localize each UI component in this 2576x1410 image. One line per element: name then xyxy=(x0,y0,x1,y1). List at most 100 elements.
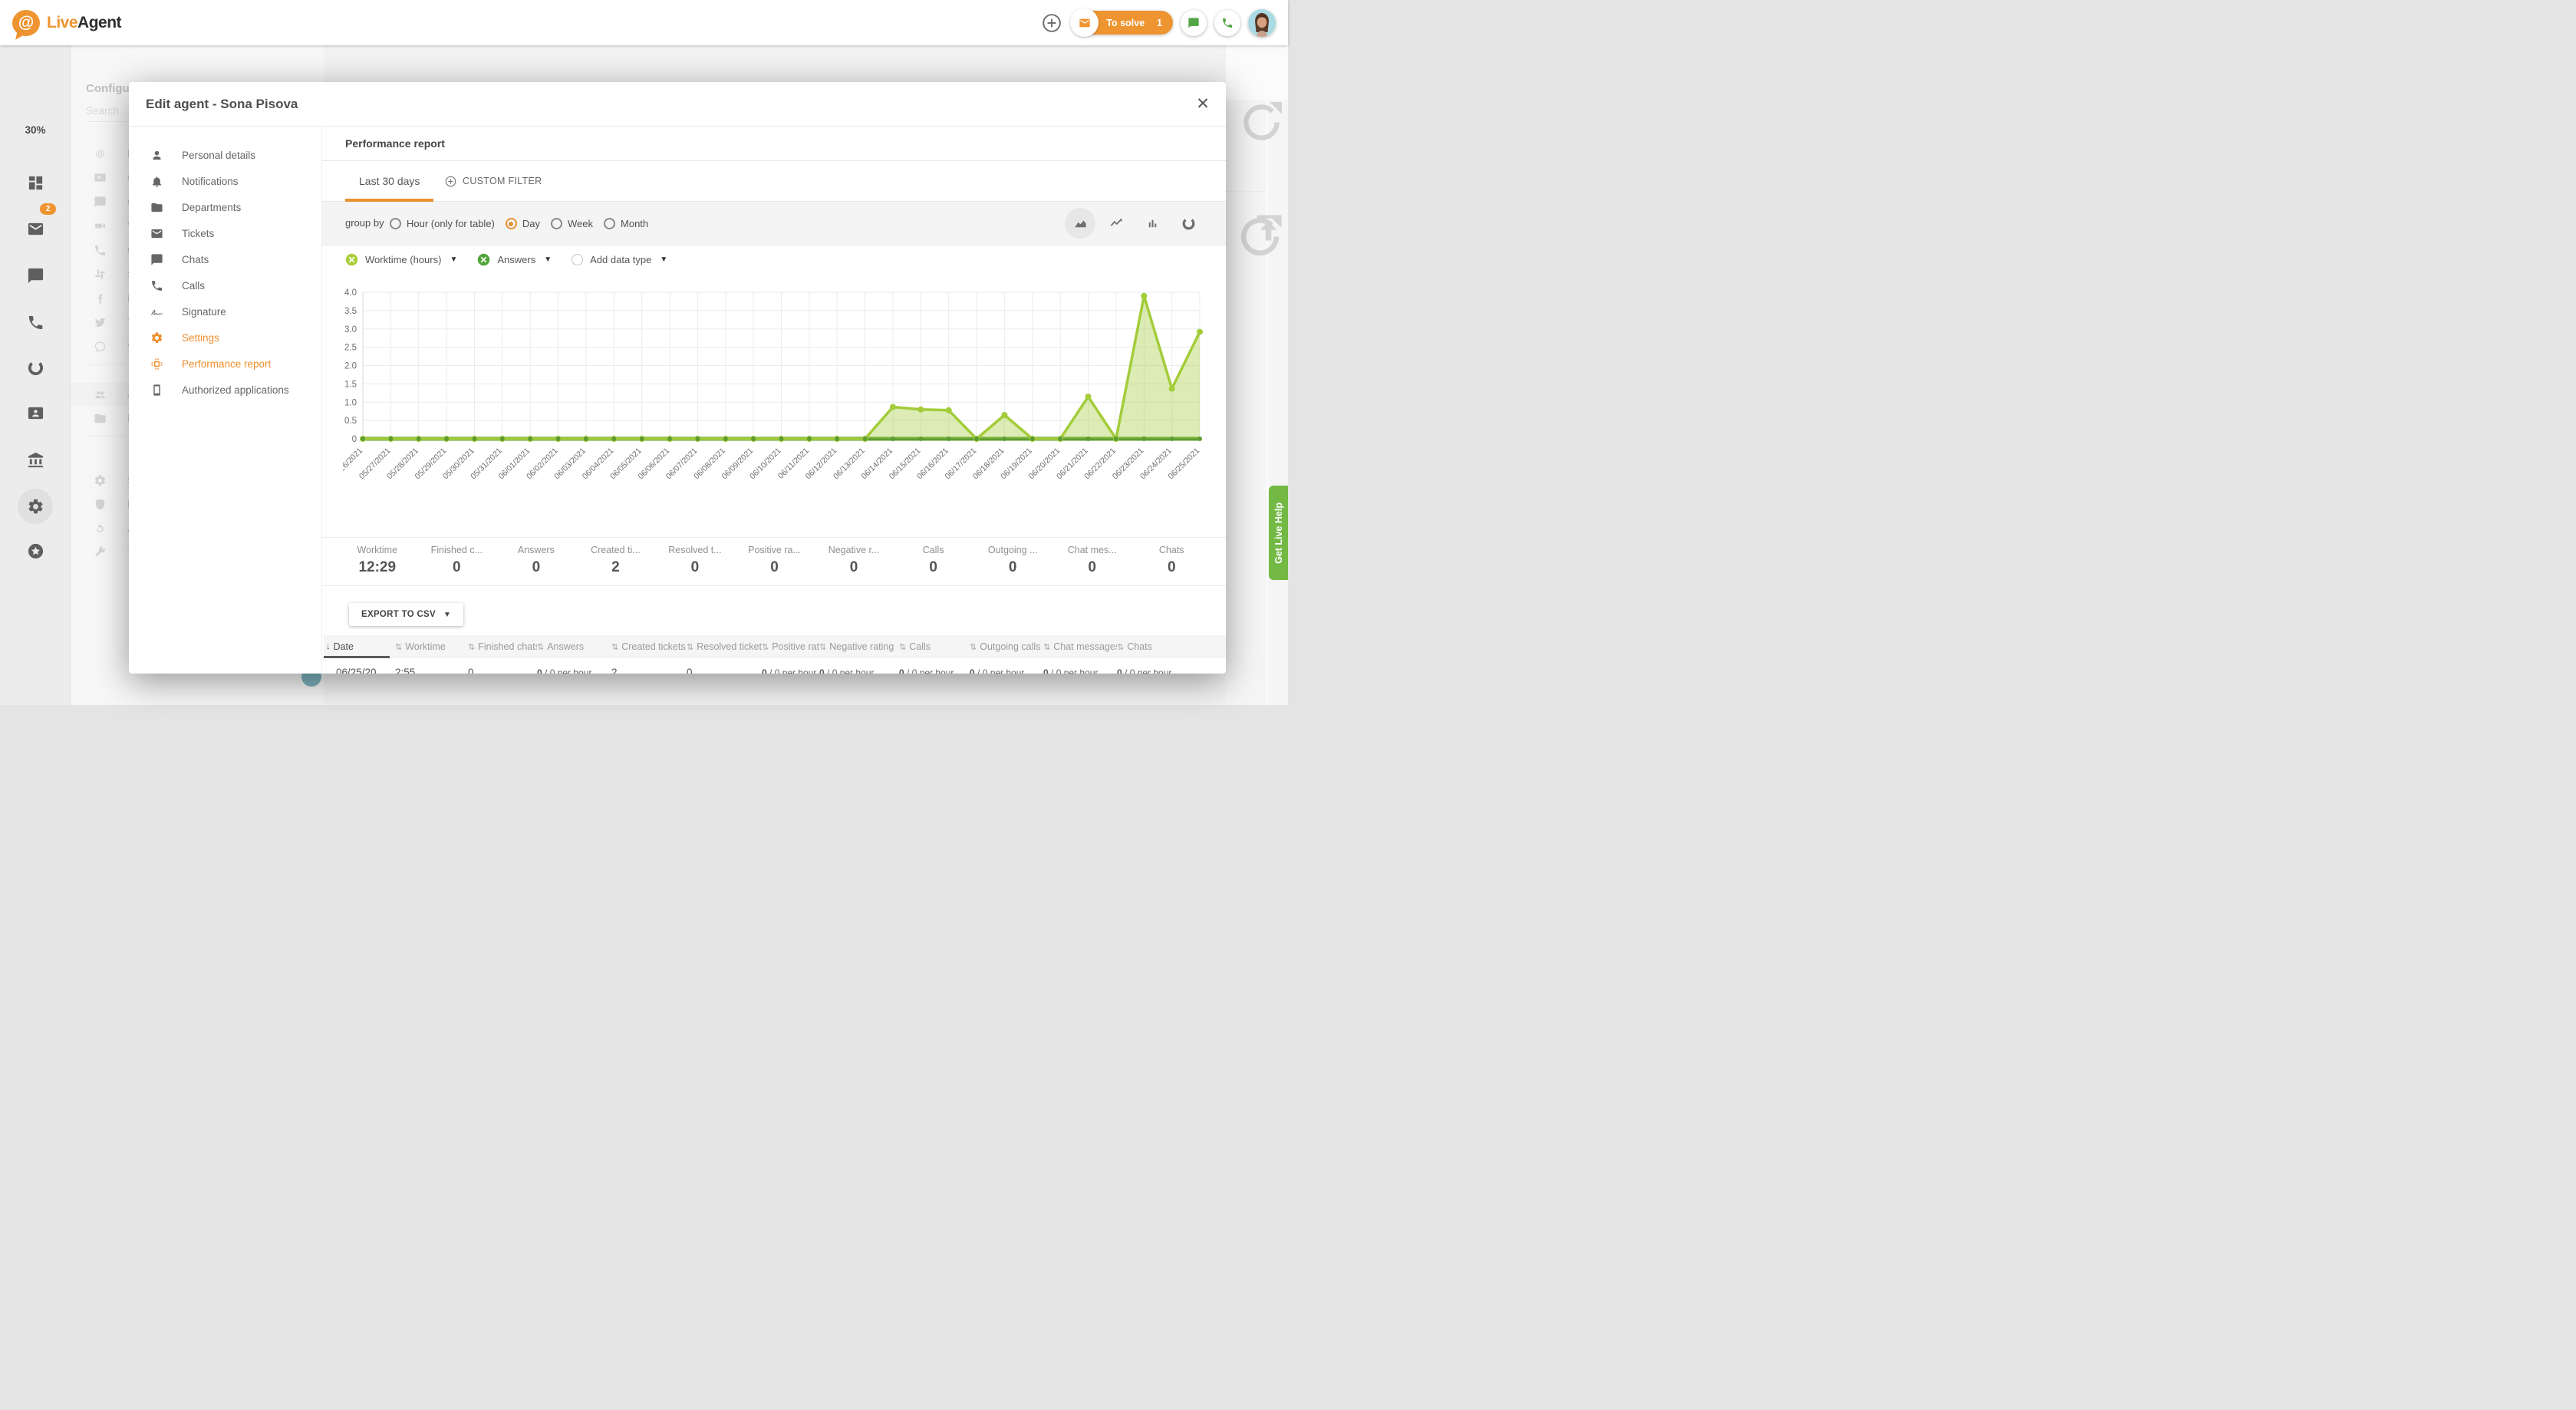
sort-icon[interactable]: ⇅ xyxy=(468,642,475,652)
column-header-worktime[interactable]: ⇅Worktime xyxy=(395,635,468,658)
tab-custom-filter[interactable]: CUSTOM FILTER xyxy=(445,160,542,202)
sort-icon[interactable]: ⇅ xyxy=(687,642,693,652)
sort-icon[interactable]: ⇅ xyxy=(819,642,826,652)
chat-icon xyxy=(1188,17,1200,29)
column-header-resolved-tickets[interactable]: ⇅Resolved tickets xyxy=(687,635,762,658)
radio-hour-only-for-table-[interactable]: Hour (only for table) xyxy=(390,218,495,229)
menu-item-personal-details[interactable]: Personal details xyxy=(129,142,321,168)
menu-item-notifications[interactable]: Notifications xyxy=(129,168,321,194)
sidebar-item-chat[interactable] xyxy=(0,257,71,294)
menu-item-label: Authorized applications xyxy=(182,384,289,396)
edit-agent-modal: Edit agent - Sona Pisova ✕ Personal deta… xyxy=(129,82,1226,674)
chart-type-area-chart[interactable] xyxy=(1065,208,1095,239)
column-header-chat-messages[interactable]: ⇅Chat messages xyxy=(1043,635,1117,658)
column-header-finished-chats[interactable]: ⇅Finished chats xyxy=(468,635,537,658)
menu-item-signature[interactable]: Signature xyxy=(129,298,321,324)
sidebar-item-envelope[interactable]: 2 xyxy=(0,210,71,247)
column-header-negative-rating[interactable]: ⇅Negative rating xyxy=(819,635,899,658)
sort-icon[interactable]: ⇅ xyxy=(899,642,906,652)
column-header-calls[interactable]: ⇅Calls xyxy=(899,635,970,658)
close-icon[interactable]: ✕ xyxy=(1194,95,1212,114)
chart-type-donut[interactable] xyxy=(1173,208,1204,239)
stat-chats: Chats0 xyxy=(1132,538,1211,585)
radio-button-icon[interactable] xyxy=(506,218,517,229)
sort-icon[interactable]: ⇅ xyxy=(970,642,977,652)
stat-outgoing-: Outgoing ...0 xyxy=(973,538,1052,585)
sort-desc-icon[interactable]: ↓ xyxy=(326,642,331,651)
sort-icon[interactable]: ⇅ xyxy=(1043,642,1050,652)
envelope-icon xyxy=(1079,17,1091,29)
chip-worktime-hours-[interactable]: Worktime (hours)▼ xyxy=(345,253,457,266)
add-new-button[interactable] xyxy=(1039,10,1065,36)
chevron-down-icon[interactable]: ▼ xyxy=(450,255,457,264)
sidebar-item-star-circle[interactable] xyxy=(0,532,71,569)
brand-agent: Agent xyxy=(77,14,121,31)
sort-icon[interactable]: ⇅ xyxy=(611,642,618,652)
sort-icon[interactable]: ⇅ xyxy=(1117,642,1124,652)
menu-item-chats[interactable]: Chats xyxy=(129,246,321,272)
chats-button[interactable] xyxy=(1181,10,1207,36)
column-label: Date xyxy=(334,641,354,652)
export-to-csv-button[interactable]: EXPORT TO CSV ▼ xyxy=(349,603,463,626)
chevron-down-icon[interactable]: ▼ xyxy=(544,255,552,264)
column-header-answers[interactable]: ⇅Answers xyxy=(537,635,611,658)
table-row[interactable]: 06/25/20...2:5500 / 0 per hour200 / 0 pe… xyxy=(324,658,1226,674)
sort-icon[interactable]: ⇅ xyxy=(762,642,769,652)
empty-circle-icon[interactable] xyxy=(572,254,583,265)
chip-answers[interactable]: Answers▼ xyxy=(477,253,552,266)
svg-text:0.5: 0.5 xyxy=(344,417,357,426)
phone-icon xyxy=(150,279,163,292)
sidebar-item-bank[interactable] xyxy=(0,441,71,478)
menu-item-settings[interactable]: Settings xyxy=(129,324,321,351)
to-solve-count: 1 xyxy=(1157,18,1162,28)
tab-last-30-days[interactable]: Last 30 days xyxy=(345,160,433,202)
star-circle-icon xyxy=(27,542,44,560)
radio-week[interactable]: Week xyxy=(551,218,593,229)
chart-type-line-chart[interactable] xyxy=(1101,208,1132,239)
stat-label: Worktime xyxy=(338,545,417,555)
chip-add-data-type[interactable]: Add data type▼ xyxy=(572,254,667,265)
sidebar-item-gear[interactable] xyxy=(0,488,71,525)
stat-label: Negative r... xyxy=(814,545,894,555)
sidebar-item-phone[interactable] xyxy=(0,304,71,341)
column-header-chats[interactable]: ⇅Chats xyxy=(1117,635,1195,658)
radio-label: Month xyxy=(621,218,648,229)
stat-worktime: Worktime12:29 xyxy=(338,538,417,585)
column-header-positive-rating[interactable]: ⇅Positive rating xyxy=(762,635,819,658)
menu-item-tickets[interactable]: Tickets xyxy=(129,220,321,246)
column-header-date[interactable]: ↓Date xyxy=(324,635,395,658)
remove-series-icon[interactable] xyxy=(345,253,358,266)
sidebar-item-dashboard[interactable] xyxy=(0,164,71,201)
radio-button-icon[interactable] xyxy=(390,218,401,229)
column-header-outgoing-calls[interactable]: ⇅Outgoing calls xyxy=(970,635,1043,658)
column-header-created-tickets[interactable]: ⇅Created tickets xyxy=(611,635,687,658)
radio-button-icon[interactable] xyxy=(551,218,562,229)
menu-item-departments[interactable]: Departments xyxy=(129,194,321,220)
cell-worktime: 2:55 xyxy=(395,667,468,674)
svg-text:0: 0 xyxy=(352,435,357,444)
svg-text:3.5: 3.5 xyxy=(344,307,357,316)
brand-live: Live xyxy=(47,14,77,31)
user-avatar[interactable] xyxy=(1248,9,1276,37)
radio-month[interactable]: Month xyxy=(604,218,648,229)
radio-day[interactable]: Day xyxy=(506,218,540,229)
stat-resolved-t-: Resolved t...0 xyxy=(655,538,735,585)
remove-series-icon[interactable] xyxy=(477,253,490,266)
sort-icon[interactable]: ⇅ xyxy=(537,642,544,652)
liveagent-logo[interactable]: @ LiveAgent xyxy=(12,10,121,36)
get-live-help-tab[interactable]: Get Live Help xyxy=(1269,486,1288,580)
menu-item-performance-report[interactable]: Performance report xyxy=(129,351,321,377)
menu-item-label: Tickets xyxy=(182,228,214,239)
to-solve-button[interactable]: To solve 1 xyxy=(1072,11,1173,35)
radio-button-icon[interactable] xyxy=(604,218,615,229)
menu-item-calls[interactable]: Calls xyxy=(129,272,321,298)
sidebar-item-donut[interactable] xyxy=(0,349,71,386)
chart-type-bar-chart[interactable] xyxy=(1137,208,1168,239)
column-label: Finished chats xyxy=(478,641,537,652)
calls-button[interactable] xyxy=(1214,10,1240,36)
menu-item-authorized-applications[interactable]: Authorized applications xyxy=(129,377,321,403)
chevron-down-icon[interactable]: ▼ xyxy=(660,255,667,264)
sidebar-item-contact-card[interactable] xyxy=(0,394,71,431)
sort-icon[interactable]: ⇅ xyxy=(395,642,402,652)
stat-label: Answers xyxy=(496,545,576,555)
